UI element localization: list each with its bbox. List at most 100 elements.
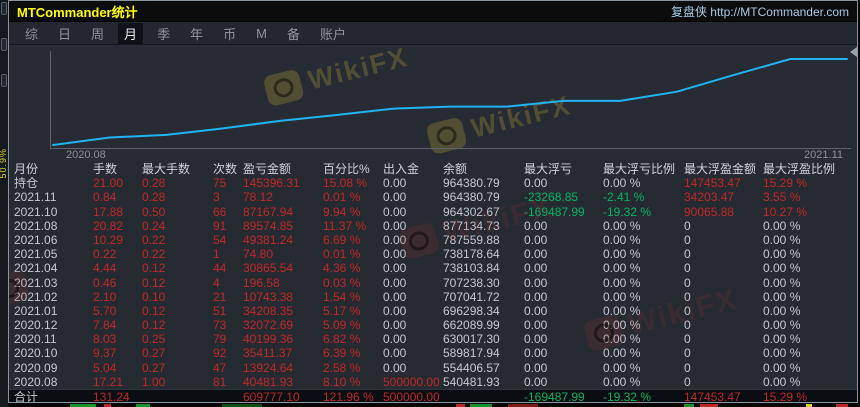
equity-curve-chart bbox=[52, 58, 848, 146]
table-cell: 738178.64 bbox=[443, 247, 500, 262]
table-cell: 0.10 bbox=[142, 289, 166, 304]
menu-item-币[interactable]: 币 bbox=[217, 23, 242, 44]
table-row[interactable]: 持仓 21.00 0.28 75 145396.31 15.08 % 0.00 964380.… bbox=[14, 176, 857, 190]
table-cell: 5.04 bbox=[93, 360, 117, 375]
table-cell: 34208.35 bbox=[243, 303, 294, 318]
table-cell: 0.00 % bbox=[763, 374, 801, 389]
table-cell: 75 bbox=[213, 176, 227, 191]
table-cell: 0 bbox=[684, 275, 691, 290]
table-cell: 8.03 bbox=[93, 332, 117, 347]
table-cell: 0.00 % bbox=[763, 360, 801, 375]
window-title: MTCommander统计 bbox=[17, 4, 138, 20]
table-row[interactable]: 2020.08 17.21 1.00 81 40481.93 8.10 % 500000.0… bbox=[14, 375, 857, 389]
table-cell: 964302.67 bbox=[443, 204, 500, 219]
column-header[interactable]: 百分比% bbox=[323, 162, 383, 176]
menu-item-综[interactable]: 综 bbox=[19, 23, 44, 44]
table-cell: -169487.99 bbox=[524, 390, 585, 402]
table-cell: 4 bbox=[213, 275, 220, 290]
table-cell: 0.00 bbox=[383, 247, 407, 262]
table-cell: 1.54 % bbox=[323, 289, 361, 304]
table-cell: 0.00 bbox=[524, 318, 548, 333]
table-cell: 2021.03 bbox=[14, 275, 58, 290]
background-window-bottom-edge[interactable] bbox=[8, 403, 860, 407]
background-mini-button bbox=[1, 38, 7, 51]
table-row[interactable]: 2020.10 9.37 0.27 92 35411.37 6.39 % 0.00 58981… bbox=[14, 346, 857, 360]
table-row[interactable]: 2021.03 0.46 0.12 4 196.58 0.03 % 0.00 707238.3… bbox=[14, 276, 857, 290]
table-cell: 0.00 % bbox=[603, 374, 641, 389]
table-row[interactable]: 2021.11 0.84 0.28 3 78.12 0.01 % 0.00 964380.79… bbox=[14, 190, 857, 204]
table-cell: 0.00 % bbox=[763, 261, 801, 276]
table-cell: 2020.11 bbox=[14, 332, 57, 347]
column-header[interactable]: 月份 bbox=[14, 162, 93, 176]
table-cell: 66 bbox=[213, 204, 227, 219]
column-header[interactable]: 最大手数 bbox=[142, 162, 213, 176]
table-row[interactable]: 2020.11 8.03 0.25 79 40199.36 6.82 % 0.00 63001… bbox=[14, 332, 857, 346]
table-cell: 3 bbox=[213, 190, 220, 205]
table-cell: 1.00 bbox=[142, 374, 166, 389]
table-cell: 6.39 % bbox=[323, 346, 361, 361]
column-header[interactable]: 最大浮亏比例 bbox=[603, 162, 684, 176]
table-row[interactable]: 2021.05 0.22 0.22 1 74.80 0.01 % 0.00 738178.64… bbox=[14, 247, 857, 261]
table-cell: 2021.11 bbox=[14, 190, 57, 205]
table-cell: 0.00 bbox=[524, 360, 548, 375]
table-cell: 0.00 % bbox=[603, 332, 641, 347]
table-cell: 78.12 bbox=[243, 190, 274, 205]
menu-item-M[interactable]: M bbox=[250, 25, 273, 42]
table-cell: 32072.69 bbox=[243, 318, 294, 333]
table-row[interactable]: 2021.02 2.10 0.10 21 10743.38 1.54 % 0.00 70704… bbox=[14, 290, 857, 304]
menu-item-账户[interactable]: 账户 bbox=[314, 23, 352, 44]
table-cell: 0.00 % bbox=[763, 247, 801, 262]
column-header[interactable]: 余额 bbox=[443, 162, 524, 176]
table-cell: 9.37 bbox=[93, 346, 117, 361]
table-cell: 17.88 bbox=[93, 204, 124, 219]
table-cell: 147453.47 bbox=[684, 176, 741, 191]
table-row[interactable]: 2020.09 5.04 0.27 47 13924.64 2.58 % 0.00 55440… bbox=[14, 361, 857, 375]
table-cell: 54 bbox=[213, 232, 227, 247]
table-cell: 8.10 % bbox=[323, 374, 361, 389]
equity-chart-area: WikiFX WikiFX 2020.08 2021.11 bbox=[9, 45, 857, 161]
table-cell: 0.00 % bbox=[603, 318, 641, 333]
table-cell: 145396.31 bbox=[243, 176, 300, 191]
table-cell: -2.41 % bbox=[603, 190, 645, 205]
table-cell: 0.28 bbox=[142, 176, 166, 191]
table-cell: -19.32 % bbox=[603, 204, 652, 219]
table-cell: 0.00 bbox=[524, 275, 548, 290]
table-row[interactable]: 2021.01 5.70 0.12 51 34208.35 5.17 % 0.00 69629… bbox=[14, 304, 857, 318]
column-header[interactable]: 出入金 bbox=[383, 162, 443, 176]
table-cell: 15.29 % bbox=[763, 390, 808, 402]
table-cell: 540481.93 bbox=[443, 374, 500, 389]
table-cell: 17.21 bbox=[93, 374, 124, 389]
table-row[interactable]: 2020.12 7.84 0.12 73 32072.69 5.09 % 0.00 66208… bbox=[14, 318, 857, 332]
column-header[interactable]: 盈亏金额 bbox=[243, 162, 323, 176]
table-cell: 1 bbox=[213, 247, 220, 262]
table-cell bbox=[142, 390, 213, 402]
brand-link[interactable]: 复盘侠 http://MTCommander.com bbox=[671, 3, 849, 20]
menu-item-周[interactable]: 周 bbox=[85, 23, 110, 44]
column-header[interactable]: 次数 bbox=[213, 162, 243, 176]
table-row[interactable]: 2021.04 4.44 0.12 44 30865.54 4.36 % 0.00 73810… bbox=[14, 261, 857, 275]
chart-scroll-marker-icon[interactable] bbox=[850, 47, 857, 57]
table-row[interactable]: 2021.08 20.82 0.24 91 89574.85 11.37 % 0.00 877… bbox=[14, 219, 857, 233]
column-header[interactable]: 最大浮盈金额 bbox=[684, 162, 763, 176]
table-cell: 0.00 bbox=[383, 318, 407, 333]
table-cell: 10743.38 bbox=[243, 289, 294, 304]
table-cell: 147453.47 bbox=[684, 390, 741, 402]
table-cell: 0.00 % bbox=[763, 346, 801, 361]
table-row[interactable]: 2021.10 17.88 0.50 66 87167.94 9.94 % 0.00 9643… bbox=[14, 205, 857, 219]
column-header[interactable]: 最大浮盈比例 bbox=[763, 162, 853, 176]
table-cell: 81 bbox=[213, 374, 227, 389]
table-cell: 5.09 % bbox=[323, 318, 361, 333]
table-cell: 0.00 bbox=[524, 218, 548, 233]
menu-item-季[interactable]: 季 bbox=[151, 23, 176, 44]
menu-item-备[interactable]: 备 bbox=[281, 23, 306, 44]
menu-item-日[interactable]: 日 bbox=[52, 23, 77, 44]
menu-item-年[interactable]: 年 bbox=[184, 23, 209, 44]
menu-item-月[interactable]: 月 bbox=[118, 22, 144, 44]
table-cell: 0.00 bbox=[383, 303, 407, 318]
table-cell: 0.27 bbox=[142, 360, 166, 375]
column-header[interactable]: 手数 bbox=[93, 162, 142, 176]
table-cell: 2021.02 bbox=[14, 289, 58, 304]
column-header[interactable]: 最大浮亏 bbox=[524, 162, 603, 176]
table-row[interactable]: 2021.06 10.29 0.22 54 49381.24 6.69 % 0.00 7875… bbox=[14, 233, 857, 247]
title-bar[interactable]: MTCommander统计 复盘侠 http://MTCommander.com bbox=[9, 1, 857, 22]
